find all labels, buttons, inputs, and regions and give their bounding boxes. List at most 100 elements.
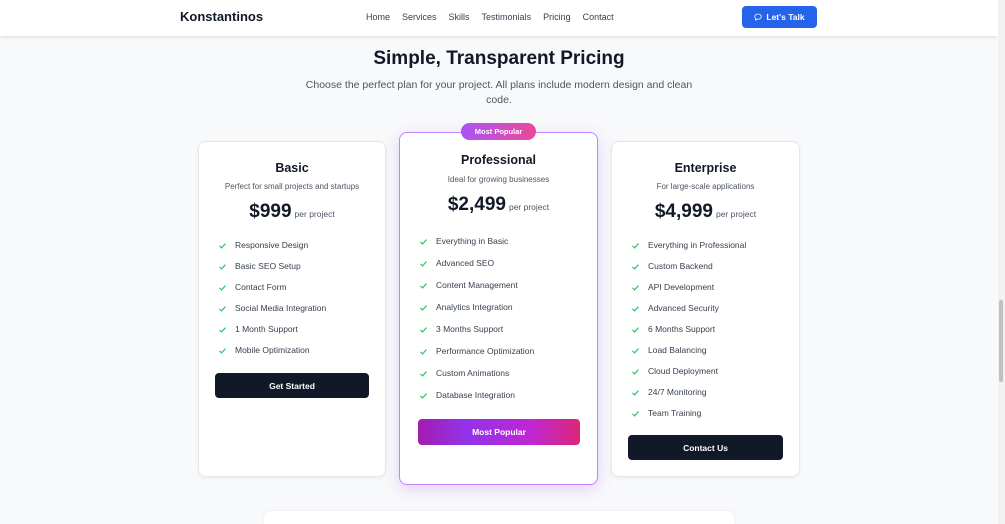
- nav-link-home[interactable]: Home: [366, 12, 390, 22]
- plan-description: Perfect for small projects and startups: [224, 182, 360, 191]
- plan-name: Basic: [275, 161, 309, 175]
- feature-label: API Development: [648, 282, 715, 292]
- feature-item: Analytics Integration: [419, 302, 513, 312]
- plan-price: $2,499 per project: [400, 194, 597, 216]
- check-icon: [420, 326, 427, 333]
- price-amount: $999: [249, 201, 292, 222]
- contact-us-button[interactable]: Contact Us: [628, 435, 783, 460]
- feature-item: Basic SEO Setup: [218, 261, 301, 271]
- pricing-card-basic: Basic Perfect for small projects and sta…: [198, 141, 386, 477]
- feature-label: Content Management: [436, 280, 518, 290]
- feature-item: Advanced SEO: [419, 258, 494, 268]
- check-icon: [632, 263, 639, 270]
- feature-label: Database Integration: [436, 390, 515, 400]
- feature-label: Mobile Optimization: [235, 345, 310, 355]
- feature-label: Everything in Basic: [436, 236, 509, 246]
- check-icon: [632, 242, 639, 249]
- price-amount: $2,499: [447, 194, 506, 215]
- check-icon: [632, 284, 639, 291]
- feature-label: Advanced SEO: [436, 258, 495, 268]
- feature-label: 3 Months Support: [436, 324, 504, 334]
- feature-item: Social Media Integration: [218, 303, 326, 313]
- feature-item: 24/7 Monitoring: [631, 387, 707, 397]
- feature-item: Database Integration: [419, 390, 515, 400]
- pricing-card-professional: Professional Ideal for growing businesse…: [399, 132, 598, 485]
- check-icon: [219, 326, 226, 333]
- check-icon: [420, 260, 427, 267]
- check-icon: [219, 242, 226, 249]
- plan-description: Ideal for growing businesses: [447, 175, 550, 184]
- nav-link-services[interactable]: Services: [402, 12, 437, 22]
- feature-label: Contact Form: [235, 282, 287, 292]
- plan-name: Professional: [460, 153, 537, 167]
- price-period: per project: [508, 202, 550, 212]
- price-amount: $4,999: [654, 201, 713, 222]
- feature-item: Responsive Design: [218, 240, 308, 250]
- plan-price: $999 per project: [199, 201, 385, 223]
- pricing-card-enterprise: Enterprise For large-scale applications …: [611, 141, 800, 477]
- scrollbar-track[interactable]: [998, 0, 1005, 524]
- check-icon: [420, 282, 427, 289]
- check-icon: [420, 370, 427, 377]
- feature-item: 3 Months Support: [419, 324, 503, 334]
- feature-item: Mobile Optimization: [218, 345, 310, 355]
- nav-link-pricing[interactable]: Pricing: [543, 12, 571, 22]
- most-popular-button[interactable]: Most Popular: [418, 419, 580, 445]
- check-icon: [219, 284, 226, 291]
- feature-item: Custom Animations: [419, 368, 509, 378]
- check-icon: [219, 305, 226, 312]
- top-navbar: Konstantinos Home Services Skills Testim…: [0, 0, 998, 36]
- feature-label: 1 Month Support: [235, 324, 298, 334]
- nav-link-contact[interactable]: Contact: [583, 12, 614, 22]
- plan-name: Enterprise: [674, 161, 737, 175]
- feature-label: 6 Months Support: [648, 324, 716, 334]
- feature-item: 1 Month Support: [218, 324, 298, 334]
- check-icon: [219, 263, 226, 270]
- check-icon: [420, 238, 427, 245]
- most-popular-badge: Most Popular: [461, 123, 536, 140]
- plan-price: $4,999 per project: [612, 201, 799, 223]
- check-icon: [632, 305, 639, 312]
- chat-bubble-icon: [754, 13, 763, 21]
- check-icon: [632, 389, 639, 396]
- feature-item: Everything in Professional: [631, 240, 746, 250]
- feature-label: Everything in Professional: [648, 240, 747, 250]
- lets-talk-button[interactable]: Let's Talk: [742, 6, 817, 28]
- check-icon: [632, 368, 639, 375]
- feature-label: Social Media Integration: [235, 303, 327, 313]
- feature-label: Load Balancing: [648, 345, 707, 355]
- feature-item: Load Balancing: [631, 345, 707, 355]
- plan-description: For large-scale applications: [656, 182, 755, 191]
- next-section-card: [264, 511, 734, 524]
- check-icon: [632, 326, 639, 333]
- check-icon: [219, 347, 226, 354]
- check-icon: [420, 392, 427, 399]
- section-subtitle: Choose the perfect plan for your project…: [305, 79, 693, 106]
- nav-link-skills[interactable]: Skills: [449, 12, 470, 22]
- feature-item: Performance Optimization: [419, 346, 534, 356]
- get-started-button[interactable]: Get Started: [215, 373, 369, 398]
- feature-item: API Development: [631, 282, 714, 292]
- check-icon: [420, 304, 427, 311]
- feature-item: Contact Form: [218, 282, 287, 292]
- feature-item: Custom Backend: [631, 261, 713, 271]
- feature-item: Content Management: [419, 280, 518, 290]
- feature-label: Custom Backend: [648, 261, 713, 271]
- brand-logo-text[interactable]: Konstantinos: [180, 9, 263, 24]
- feature-label: Analytics Integration: [436, 302, 513, 312]
- feature-label: Performance Optimization: [436, 346, 535, 356]
- feature-label: Advanced Security: [648, 303, 719, 313]
- price-period: per project: [294, 209, 335, 219]
- nav-link-testimonials[interactable]: Testimonials: [482, 12, 532, 22]
- feature-item: Team Training: [631, 408, 701, 418]
- feature-item: Advanced Security: [631, 303, 719, 313]
- feature-item: 6 Months Support: [631, 324, 715, 334]
- feature-item: Everything in Basic: [419, 236, 508, 246]
- check-icon: [632, 347, 639, 354]
- nav-links: Home Services Skills Testimonials Pricin…: [366, 12, 614, 22]
- feature-label: Responsive Design: [235, 240, 309, 250]
- feature-label: 24/7 Monitoring: [648, 387, 707, 397]
- lets-talk-label: Let's Talk: [766, 12, 805, 22]
- scrollbar-thumb[interactable]: [999, 300, 1003, 382]
- section-title: Simple, Transparent Pricing: [373, 48, 625, 69]
